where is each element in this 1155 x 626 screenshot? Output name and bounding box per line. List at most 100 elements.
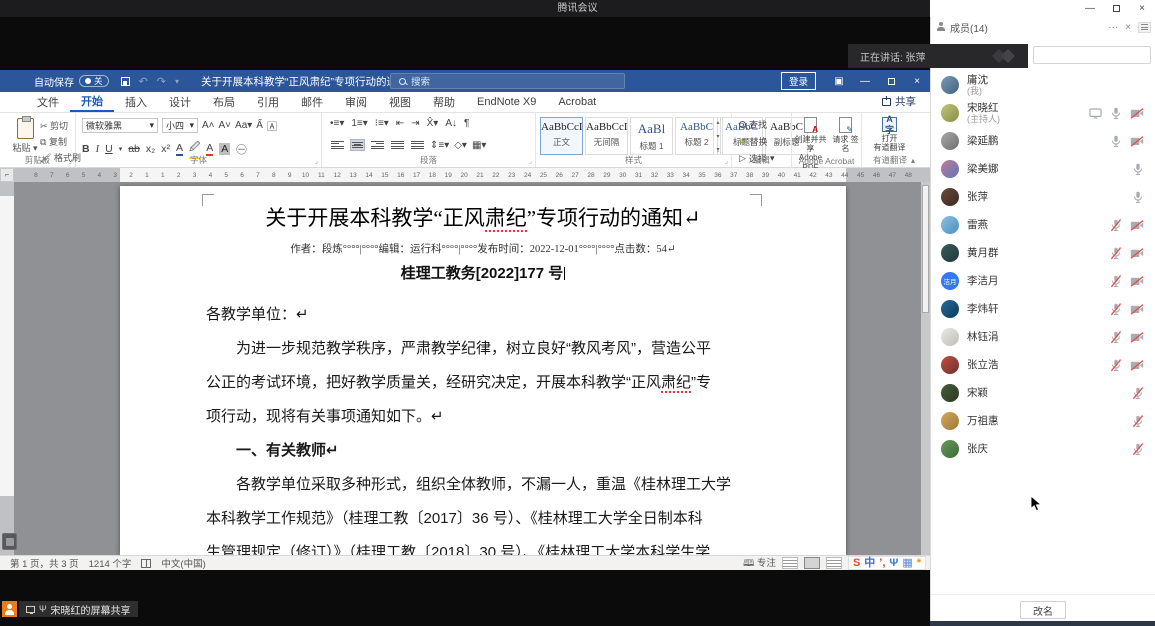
tab-设计[interactable]: 设计: [158, 92, 202, 112]
cut-button[interactable]: ✂ 剪切: [40, 119, 81, 132]
member-mic-on-icon[interactable]: [1132, 163, 1144, 176]
word-scrollbar[interactable]: [921, 182, 930, 555]
shrink-font-icon[interactable]: A˅: [219, 120, 232, 131]
punctuation-icon[interactable]: ’,: [879, 556, 885, 570]
align-left-icon[interactable]: [330, 139, 345, 151]
styles-down-icon[interactable]: ▾: [716, 133, 719, 140]
copy-button[interactable]: ⧉ 复制: [40, 135, 81, 148]
font-size-select[interactable]: 小四▾: [162, 118, 198, 133]
tab-帮助[interactable]: 帮助: [422, 92, 466, 112]
character-border-icon[interactable]: 🄰: [267, 118, 277, 133]
member-camera-off-icon[interactable]: [1130, 276, 1144, 287]
paragraph-dialog-launcher-icon[interactable]: ⌟: [529, 157, 532, 165]
keyboard-icon[interactable]: ▦: [902, 556, 912, 570]
member-mic-off-icon[interactable]: [1110, 275, 1122, 288]
member-camera-off-icon[interactable]: [1130, 136, 1144, 147]
member-camera-off-icon[interactable]: [1130, 304, 1144, 315]
quick-access-dropdown-icon[interactable]: ▾: [175, 77, 179, 86]
collapse-ribbon-icon[interactable]: ▴: [911, 156, 915, 165]
vertical-ruler[interactable]: [0, 182, 14, 555]
word-count[interactable]: 1214 个字: [89, 556, 132, 570]
member-row[interactable]: 张萍: [931, 183, 1155, 211]
panel-menu-icon[interactable]: [1138, 22, 1151, 33]
word-share-button[interactable]: 共享: [882, 94, 916, 109]
voice-input-icon[interactable]: Ψ: [889, 556, 898, 570]
print-layout-icon[interactable]: [804, 557, 820, 569]
member-camera-off-icon[interactable]: [1130, 360, 1144, 371]
members-more-icon[interactable]: ···: [1108, 22, 1118, 33]
member-camera-off-icon[interactable]: [1130, 332, 1144, 343]
member-mic-off-icon[interactable]: [1132, 415, 1144, 428]
member-mic-on-icon[interactable]: [1132, 191, 1144, 204]
paste-button[interactable]: 粘贴 ▾: [8, 118, 42, 154]
underline-dropdown-icon[interactable]: ▾: [119, 145, 123, 153]
youdao-open-button[interactable]: A字 打开 有道翻译: [873, 117, 906, 152]
align-right-icon[interactable]: [370, 139, 385, 151]
sort-icon[interactable]: A↓: [445, 118, 457, 129]
members-search-input[interactable]: [1033, 46, 1151, 64]
tab-文件[interactable]: 文件: [26, 92, 70, 112]
font-family-select[interactable]: 微软雅黑▾: [82, 118, 158, 133]
input-method-float-icon[interactable]: [2, 533, 17, 550]
word-restore-icon[interactable]: [878, 70, 904, 92]
word-search-box[interactable]: 搜索: [390, 73, 625, 89]
member-mic-off-icon[interactable]: [1110, 359, 1122, 372]
style-card[interactable]: AaBbCcDc无间隔: [585, 117, 628, 155]
line-spacing-icon[interactable]: ⇕≡▾: [430, 140, 449, 151]
member-row[interactable]: 宋颖: [931, 379, 1155, 407]
member-camera-off-icon[interactable]: [1130, 108, 1144, 119]
member-camera-off-icon[interactable]: [1130, 220, 1144, 231]
increase-indent-icon[interactable]: ⇥: [411, 118, 419, 129]
member-row[interactable]: 万祖惠: [931, 407, 1155, 435]
rename-button[interactable]: 改名: [1020, 601, 1066, 619]
styles-scrollbar[interactable]: ▴ ▾ ▾̱: [713, 117, 723, 155]
document-page[interactable]: 关于开展本科教学“正风肃纪”专项行动的通知↵ 作者：段炼°°°°|°°°°编辑：…: [120, 186, 846, 555]
tab-开始[interactable]: 开始: [70, 92, 114, 112]
member-row[interactable]: 张庆: [931, 435, 1155, 463]
clipboard-dialog-launcher-icon[interactable]: ⌟: [69, 157, 72, 165]
grow-font-icon[interactable]: A˄: [202, 120, 215, 131]
member-mic-off-icon[interactable]: [1110, 303, 1122, 316]
tab-EndNote X9[interactable]: EndNote X9: [466, 92, 547, 112]
borders-icon[interactable]: ▦▾: [472, 140, 486, 151]
styles-more-icon[interactable]: ▾̱: [716, 146, 719, 153]
member-row[interactable]: 李炜轩: [931, 295, 1155, 323]
replace-button[interactable]: ⇄替换: [739, 135, 774, 148]
member-camera-off-icon[interactable]: [1130, 248, 1144, 259]
save-icon[interactable]: [121, 77, 130, 86]
member-mic-off-icon[interactable]: [1132, 443, 1144, 456]
style-card[interactable]: AaBbC标题 2: [675, 117, 718, 155]
tab-布局[interactable]: 布局: [202, 92, 246, 112]
focus-mode-button[interactable]: 🕮 专注: [743, 555, 776, 572]
redo-icon[interactable]: ↷: [157, 75, 166, 88]
page-indicator[interactable]: 第 1 页，共 3 页: [10, 556, 79, 570]
sogou-logo-icon[interactable]: S: [853, 556, 860, 570]
change-case-icon[interactable]: Aa▾: [235, 120, 252, 131]
word-close-icon[interactable]: ×: [904, 70, 930, 92]
styles-up-icon[interactable]: ▴: [716, 119, 719, 126]
styles-dialog-launcher-icon[interactable]: ⌟: [725, 157, 728, 165]
member-row[interactable]: 雷燕: [931, 211, 1155, 239]
tab-引用[interactable]: 引用: [246, 92, 290, 112]
tab-Acrobat[interactable]: Acrobat: [547, 92, 607, 112]
style-card[interactable]: AaBl标题 1: [630, 117, 673, 155]
web-layout-icon[interactable]: [826, 557, 842, 569]
member-mic-off-icon[interactable]: [1132, 387, 1144, 400]
members-close-icon[interactable]: ×: [1125, 22, 1131, 33]
multilevel-list-icon[interactable]: ⁝≡▾: [375, 118, 389, 129]
member-row[interactable]: 梁延鹏: [931, 127, 1155, 155]
member-row[interactable]: 林钰涓: [931, 323, 1155, 351]
read-mode-icon[interactable]: [782, 557, 798, 569]
find-button[interactable]: 查找: [739, 118, 774, 131]
tab-视图[interactable]: 视图: [378, 92, 422, 112]
bullets-icon[interactable]: •≡▾: [330, 118, 344, 129]
undo-icon[interactable]: ↶: [139, 75, 148, 88]
member-row[interactable]: 宋晓红(主持人): [931, 99, 1155, 127]
member-row[interactable]: 张立浩: [931, 351, 1155, 379]
tab-审阅[interactable]: 审阅: [334, 92, 378, 112]
member-mic-off-icon[interactable]: [1110, 247, 1122, 260]
member-row[interactable]: 庸沈(我): [931, 71, 1155, 99]
tab-插入[interactable]: 插入: [114, 92, 158, 112]
chinese-mode-icon[interactable]: 中: [864, 556, 875, 570]
member-mic-off-icon[interactable]: [1110, 219, 1122, 232]
